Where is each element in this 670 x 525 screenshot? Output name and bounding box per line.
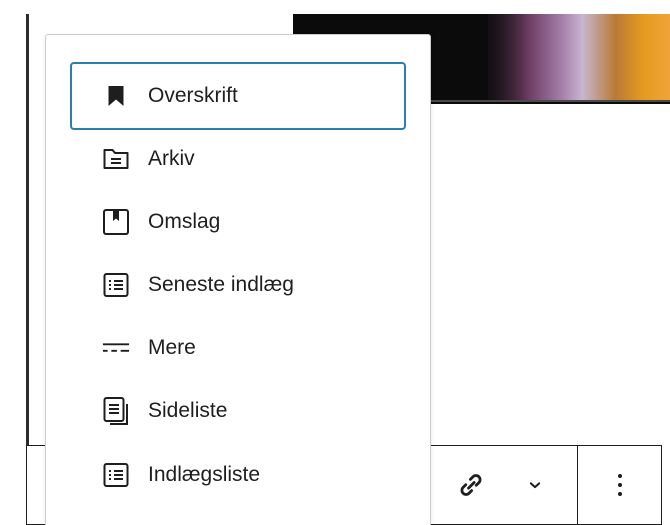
cover-icon <box>102 208 130 236</box>
block-transform-menu: Overskrift Arkiv Omslag Seneste indlæg M… <box>45 34 431 525</box>
menu-item-mere[interactable]: Mere <box>70 328 404 368</box>
chevron-down-icon <box>525 475 545 495</box>
more-options-button[interactable] <box>592 446 648 524</box>
more-vertical-icon <box>616 471 624 499</box>
bookmark-icon <box>102 82 130 110</box>
menu-item-seneste-indlaeg[interactable]: Seneste indlæg <box>70 265 404 305</box>
editor-left-rule <box>26 14 29 445</box>
more-divider-icon <box>102 334 130 362</box>
menu-item-arkiv[interactable]: Arkiv <box>70 139 404 179</box>
image-shadow <box>488 14 528 100</box>
menu-item-indlaegsliste[interactable]: Indlægsliste <box>70 455 404 495</box>
menu-item-overskrift[interactable]: Overskrift <box>70 62 406 130</box>
menu-item-label: Mere <box>148 336 196 359</box>
pages-icon <box>102 397 130 425</box>
menu-item-sideliste[interactable]: Sideliste <box>70 391 404 431</box>
menu-item-label: Sideliste <box>148 399 228 422</box>
menu-item-label: Indlægsliste <box>148 463 261 486</box>
list-icon <box>102 271 130 299</box>
folder-icon <box>102 145 130 173</box>
link-button[interactable] <box>443 446 499 524</box>
list-icon <box>102 461 130 489</box>
menu-item-label: Arkiv <box>148 147 195 170</box>
link-icon <box>456 470 486 500</box>
menu-item-label: Overskrift <box>148 84 238 107</box>
menu-item-omslag[interactable]: Omslag <box>70 202 404 242</box>
link-options-dropdown-button[interactable] <box>507 446 563 524</box>
toolbar-divider <box>577 446 578 524</box>
menu-item-label: Seneste indlæg <box>148 273 294 296</box>
menu-item-label: Omslag <box>148 210 221 233</box>
